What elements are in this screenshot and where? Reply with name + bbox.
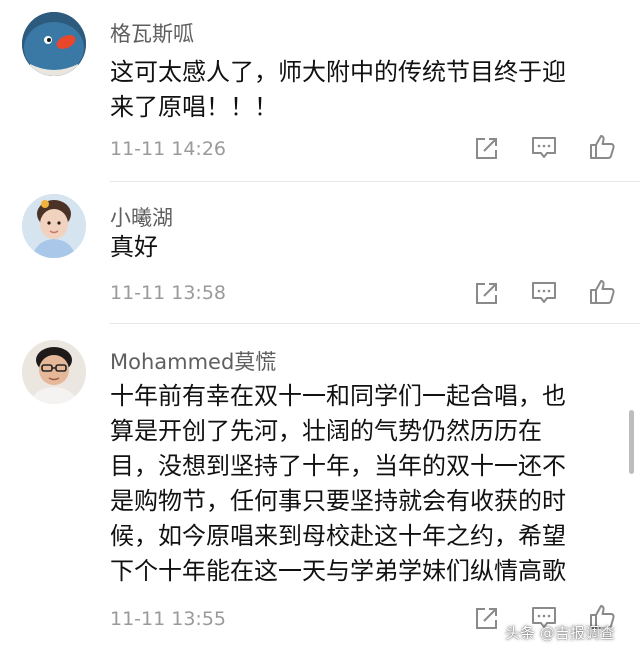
comment-text-line: 算是开创了先河，壮阔的气势仍然历历在 xyxy=(110,417,542,445)
share-icon xyxy=(476,608,497,629)
comment-text-line: 候，如今原唱来到母校赴这十年之约，希望 xyxy=(110,522,566,550)
avatar[interactable] xyxy=(22,12,86,76)
blue-cartoon-avatar-icon xyxy=(22,12,86,76)
comment-text-line: 真好 xyxy=(110,233,158,261)
avatar[interactable] xyxy=(22,340,86,404)
comment-text-line: 这可太感人了，师大附中的传统节目终于迎 xyxy=(110,58,566,86)
comment-text: 真好 xyxy=(110,230,610,265)
child-photo-avatar-icon xyxy=(22,194,86,258)
timestamp: 11-11 13:55 xyxy=(110,608,227,630)
reply-button[interactable] xyxy=(530,134,558,162)
share-button[interactable] xyxy=(473,279,501,307)
comment-text-line: 是购物节，任何事只要坚持就会有收获的时 xyxy=(110,487,566,515)
comment-text-line: 下个十年能在这一天与学弟学妹们纵情高歌 xyxy=(110,557,566,585)
man-photo-avatar-icon xyxy=(22,340,86,404)
comment-text-line: 十年前有幸在双十一和同学们一起合唱，也 xyxy=(110,382,566,410)
share-button[interactable] xyxy=(473,134,501,162)
comment-item: Mohammed莫慌 十年前有幸在双十一和同学们一起合唱，也 算是开创了先河，壮… xyxy=(0,324,640,656)
thumbs-up-icon xyxy=(590,280,615,304)
timestamp: 11-11 13:58 xyxy=(110,282,227,304)
scrollbar[interactable] xyxy=(629,410,634,474)
avatar[interactable] xyxy=(22,194,86,258)
comment-text-line: 目，没想到坚持了十年，当年的双十一还不 xyxy=(110,452,566,480)
like-button[interactable] xyxy=(588,133,616,161)
timestamp: 11-11 14:26 xyxy=(110,138,227,160)
comment-text-line: 来了原唱！！！ xyxy=(110,93,278,121)
comment-icon xyxy=(532,282,556,303)
watermark: 头条 @吉报调查 xyxy=(505,624,615,642)
reply-button[interactable] xyxy=(530,279,558,307)
share-icon xyxy=(476,283,497,304)
comment-item: 小曦湖 真好 11-11 13:58 xyxy=(0,182,640,322)
username[interactable]: 小曦湖 xyxy=(110,202,173,232)
comment-text: 这可太感人了，师大附中的传统节目终于迎 来了原唱！！！ xyxy=(110,55,610,125)
thumbs-up-icon xyxy=(590,135,615,159)
comment-item: 格瓦斯呱 这可太感人了，师大附中的传统节目终于迎 来了原唱！！！ 11-11 1… xyxy=(0,0,640,180)
comment-icon xyxy=(532,137,556,158)
username[interactable]: 格瓦斯呱 xyxy=(110,18,194,48)
comment-text: 十年前有幸在双十一和同学们一起合唱，也 算是开创了先河，壮阔的气势仍然历历在 目… xyxy=(110,379,610,589)
share-button[interactable] xyxy=(473,604,501,632)
username[interactable]: Mohammed莫慌 xyxy=(110,346,276,376)
share-icon xyxy=(476,138,497,159)
like-button[interactable] xyxy=(588,278,616,306)
